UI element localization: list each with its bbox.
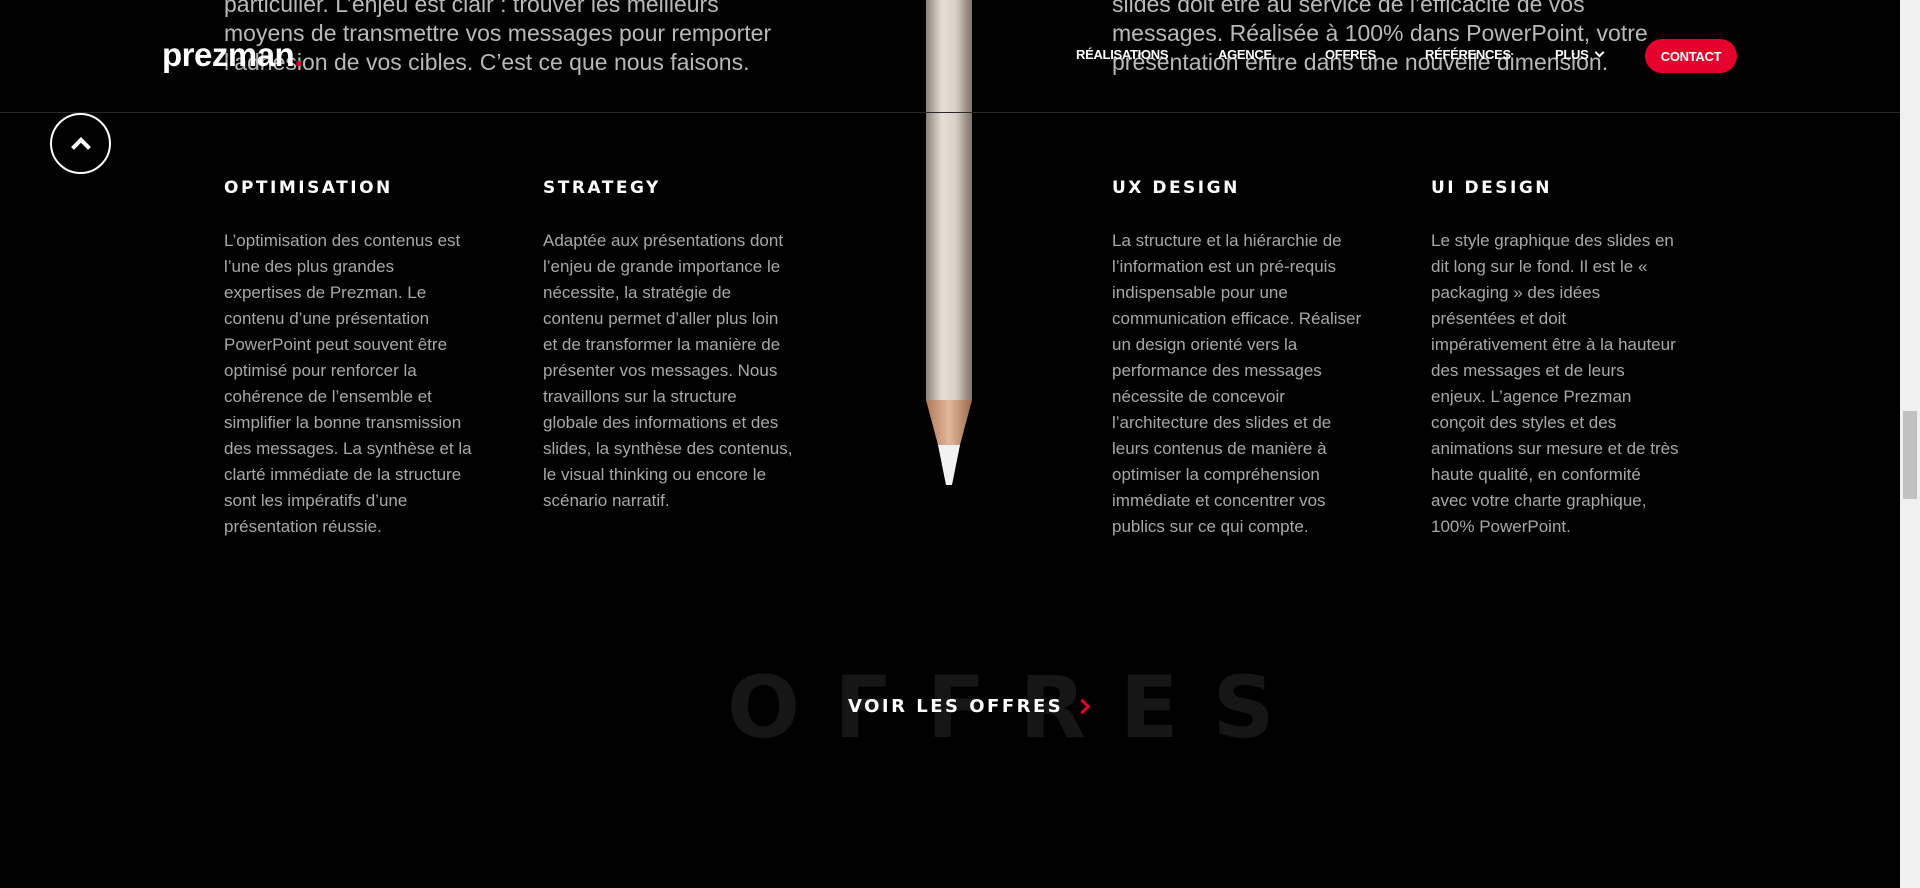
service-column-ui-design: UI DESIGN Le style graphique des slides … xyxy=(1431,178,1681,540)
service-column-strategy: STRATEGY Adaptée aux présentations dont … xyxy=(543,178,793,514)
chevron-up-icon xyxy=(70,137,91,157)
contact-button[interactable]: CONTACT xyxy=(1645,39,1737,73)
chevron-down-icon xyxy=(1595,47,1605,58)
scrollbar-thumb[interactable] xyxy=(1903,411,1917,499)
service-column-ux-design: UX DESIGN La structure et la hiérarchie … xyxy=(1112,178,1362,540)
logo-dot: . xyxy=(294,36,303,73)
nav-plus[interactable]: PLUS xyxy=(1555,47,1605,62)
service-column-optimisation: OPTIMISATION L’optimisation des contenus… xyxy=(224,178,474,540)
nav-references[interactable]: RÉFÉRENCES xyxy=(1425,47,1511,62)
chevron-right-icon xyxy=(1074,698,1091,715)
service-description: La structure et la hiérarchie de l’infor… xyxy=(1112,231,1362,536)
nav-plus-label: PLUS xyxy=(1555,47,1589,62)
service-title: UX DESIGN xyxy=(1112,178,1240,198)
voir-les-offres-label: VOIR LES OFFRES xyxy=(848,696,1064,717)
service-description: L’optimisation des contenus est l’une de… xyxy=(224,231,472,536)
nav-agence[interactable]: AGENCE xyxy=(1218,47,1272,62)
page-scrollbar[interactable] xyxy=(1900,0,1920,888)
nav-realisations[interactable]: RÉALISATIONS xyxy=(1076,47,1169,62)
voir-les-offres-link[interactable]: VOIR LES OFFRES xyxy=(848,696,1091,717)
service-description: Adaptée aux présentations dont l’enjeu d… xyxy=(543,231,793,510)
prezman-logo[interactable]: prezman. xyxy=(162,36,303,74)
nav-offres[interactable]: OFFRES xyxy=(1325,47,1376,62)
service-title: UI DESIGN xyxy=(1431,178,1553,198)
back-to-top-button[interactable] xyxy=(50,113,111,174)
service-title: OPTIMISATION xyxy=(224,178,393,198)
service-title: STRATEGY xyxy=(543,178,661,198)
site-header: prezman. RÉALISATIONS AGENCE OFFRES RÉFÉ… xyxy=(0,0,1900,113)
service-description: Le style graphique des slides en dit lon… xyxy=(1431,231,1679,536)
